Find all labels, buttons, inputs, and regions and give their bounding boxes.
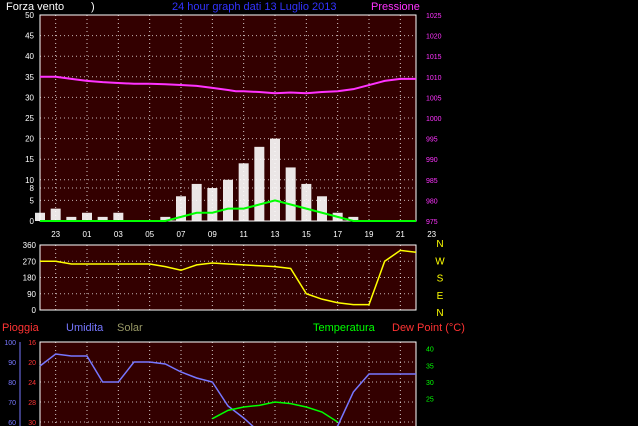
temperature-tick-label: 40: [426, 347, 434, 354]
wind-bar: [301, 183, 312, 221]
hour-tick-label: 15: [302, 230, 311, 239]
rain-tick-label: 24: [28, 380, 36, 387]
wind-tick-label: 45: [25, 32, 34, 41]
wind-bar: [35, 212, 45, 221]
hour-tick-label: 13: [271, 230, 280, 239]
hour-tick-label: 11: [240, 230, 249, 239]
wind-bar: [254, 146, 265, 221]
hour-tick-label: 21: [396, 230, 405, 239]
temperature-tick-label: 35: [426, 363, 434, 370]
direction-tick-label: 0: [32, 306, 37, 315]
wind-bar: [238, 163, 249, 221]
pressure-tick-label: 1025: [426, 13, 442, 20]
pressure-tick-label: 1020: [426, 34, 442, 41]
direction-tick-label: 180: [23, 274, 37, 283]
wind-tick-label: 30: [25, 93, 34, 102]
wind-bar: [270, 138, 280, 221]
hour-tick-label: 23: [427, 230, 436, 239]
wind-tick-label: 25: [25, 114, 34, 123]
rain-tick-label: 28: [28, 400, 36, 407]
pressure-tick-label: 1000: [426, 116, 442, 123]
wind-bar: [191, 183, 202, 221]
humidity-tick-label: 100: [4, 340, 16, 347]
pressure-tick-label: 995: [426, 137, 438, 144]
wind-bar: [82, 212, 92, 221]
hour-tick-label: 23: [51, 230, 60, 239]
hour-tick-label: 05: [145, 230, 154, 239]
humidity-tick-label: 60: [8, 420, 16, 426]
wind-tick-label: 8: [30, 184, 35, 193]
wind-tick-label: 35: [25, 73, 34, 82]
rain-tick-label: 20: [28, 360, 36, 367]
temperature-label: Temperatura: [313, 322, 376, 334]
direction-tick-label: 360: [23, 241, 37, 250]
wind-tick-label: 40: [25, 52, 34, 61]
rain-tick-label: 30: [28, 420, 36, 426]
pressure-tick-label: 1015: [426, 54, 442, 61]
wind-tick-label: 0: [30, 217, 35, 226]
chart-subtitle: 24 hour graph dati 13 Luglio 2013: [172, 1, 337, 13]
wind-tick-label: 5: [30, 196, 35, 205]
pressure-tick-label: 1010: [426, 75, 442, 82]
direction-tick-label: 270: [23, 257, 37, 266]
rain-tick-label: 16: [28, 340, 36, 347]
hour-tick-label: 03: [114, 230, 123, 239]
solar-label: Solar: [117, 322, 143, 334]
pressure-tick-label: 975: [426, 219, 438, 226]
wind-axis-unit: ): [91, 1, 95, 13]
hour-tick-label: 01: [83, 230, 92, 239]
wind-bar: [285, 167, 296, 221]
wind-tick-label: 20: [25, 135, 34, 144]
temperature-tick-label: 25: [426, 397, 434, 404]
humidity-tick-label: 80: [8, 380, 16, 387]
pressure-tick-label: 1005: [426, 95, 442, 102]
pressure-axis-title: Pressione: [371, 1, 420, 13]
wind-bar: [113, 212, 124, 221]
dew-point-label: Dew Point (°C): [392, 322, 465, 334]
compass-label: W: [435, 256, 445, 267]
compass-label: N: [436, 308, 443, 319]
wind-axis-title: Forza vento: [6, 1, 64, 13]
wind-tick-label: 15: [25, 155, 34, 164]
direction-tick-label: 90: [27, 290, 36, 299]
wind-bar: [317, 196, 327, 221]
compass-label: S: [437, 274, 444, 285]
wind-bar: [50, 208, 61, 221]
wind-bar: [223, 179, 233, 221]
wind-bar: [207, 188, 218, 221]
pressure-tick-label: 985: [426, 178, 438, 185]
pressure-tick-label: 990: [426, 157, 438, 164]
hour-tick-label: 17: [333, 230, 342, 239]
rain-label: Pioggia: [2, 322, 40, 334]
weather-chart: 0581015202530354045509759809859909951000…: [2, 1, 465, 426]
humidity-label: Umidita: [66, 322, 104, 334]
humidity-tick-label: 70: [8, 400, 16, 407]
wind-tick-label: 10: [25, 176, 34, 185]
compass-label: E: [437, 291, 444, 302]
hour-tick-label: 19: [365, 230, 374, 239]
pressure-tick-label: 980: [426, 198, 438, 205]
hour-tick-label: 07: [177, 230, 186, 239]
compass-label: N: [436, 239, 443, 250]
hour-tick-label: 09: [208, 230, 217, 239]
temperature-tick-label: 30: [426, 380, 434, 387]
humidity-tick-label: 90: [8, 360, 16, 367]
